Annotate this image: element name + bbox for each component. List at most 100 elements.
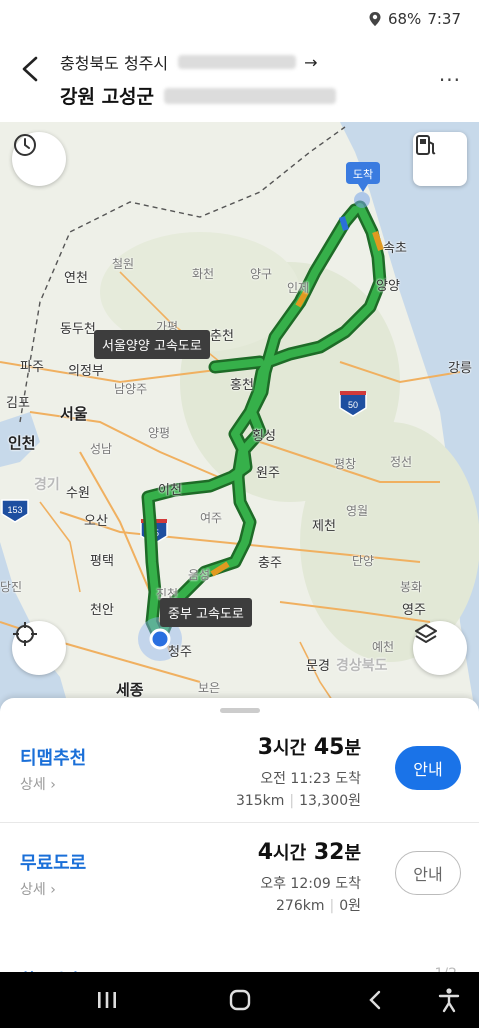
city-eumseong: 음성 (188, 568, 211, 582)
duration-hours: 3 (257, 735, 274, 760)
city-jeongseon: 정선 (390, 455, 413, 469)
recent-apps-button[interactable] (92, 986, 122, 1014)
shield-153-label: 153 (7, 505, 22, 515)
city-chuncheon: 춘천 (210, 329, 234, 344)
route-duration: 3시간 45분 (258, 734, 361, 760)
battery-level: 68% (387, 10, 422, 28)
route-option-free-road[interactable]: 무료도로 상세 › 4시간 32분 오후 12:09 도착 276km | 0원 안… (0, 822, 479, 926)
route-toll: 13,300원 (299, 793, 361, 809)
city-bonghwa: 봉화 (400, 580, 423, 594)
clock: 7:37 (427, 10, 461, 28)
city-seongnam: 성남 (90, 442, 113, 456)
chevron-left-icon (22, 56, 38, 82)
highway-shield-153: 153 (1, 499, 29, 523)
city-yanggu: 양구 (250, 267, 273, 281)
route-toll: 0원 (339, 898, 361, 914)
city-gangneung: 강릉 (448, 361, 472, 376)
status-right: 68% 7:37 (368, 10, 461, 28)
city-pyeongchang: 평창 (334, 457, 357, 471)
destination-badge-label: 도착 (353, 168, 373, 181)
duration-minutes: 32 (313, 840, 345, 865)
city-yeongwol: 영월 (346, 504, 369, 518)
route-distance: 276km (276, 898, 325, 914)
destination-label: 강원 고성군 (60, 86, 155, 108)
history-button[interactable] (12, 132, 66, 186)
fuel-icon (416, 135, 436, 155)
city-jecheon: 제천 (312, 519, 336, 534)
city-seoul: 서울 (60, 405, 88, 423)
crosshair-icon (13, 622, 37, 646)
region-gyeonggi: 경기 (34, 477, 60, 493)
city-yecheon: 예천 (372, 640, 395, 654)
city-wonju: 원주 (256, 466, 280, 481)
gas-station-button[interactable] (413, 132, 467, 186)
route-name: 티맵추천 (20, 748, 87, 769)
city-gimpo: 김포 (6, 396, 30, 411)
start-guidance-button[interactable]: 안내 (395, 746, 461, 790)
city-yeoncheon: 연천 (64, 271, 88, 286)
duration-minutes-unit: 분 (344, 843, 361, 864)
destination-address[interactable]: 강원 고성군 (60, 82, 337, 109)
more-options-button[interactable]: ··· (439, 68, 461, 92)
route-detail-label: 상세 (20, 777, 46, 793)
city-yangyang: 양양 (376, 279, 400, 294)
location-icon (369, 12, 381, 26)
direction-arrow: → (304, 52, 318, 72)
route-arrival-time: 오후 12:09 도착 (260, 876, 361, 892)
back-arrow-icon (369, 990, 381, 1010)
accessibility-button[interactable] (434, 986, 464, 1014)
city-yangpyeong: 양평 (148, 426, 171, 440)
city-boeun: 보은 (198, 681, 221, 695)
route-duration: 4시간 32분 (258, 839, 361, 865)
recenter-button[interactable] (12, 621, 66, 675)
origin-address[interactable]: 충청북도 청주시 → (60, 50, 318, 74)
route-detail-link[interactable]: 상세 › (20, 879, 56, 899)
city-paju: 파주 (20, 360, 44, 375)
start-guidance-button[interactable]: 안내 (395, 851, 461, 895)
layers-icon (415, 624, 437, 643)
city-namyangju: 남양주 (114, 382, 148, 396)
system-back-button[interactable] (360, 986, 390, 1014)
city-danyang: 단양 (352, 554, 375, 568)
clock-icon (14, 134, 36, 156)
chevron-right-icon: › (45, 882, 56, 898)
city-dongducheon: 동두천 (60, 322, 96, 337)
route-map[interactable]: 153 35 50 도착 연천 철원 화천 양구 인제 속초 양양 동두천 가평… (0, 122, 479, 712)
duration-hours-unit: 시간 (273, 843, 307, 864)
city-hongcheon: 홍천 (230, 378, 254, 393)
city-yeoju: 여주 (200, 511, 223, 525)
region-gyeongbuk: 경상북도 (336, 658, 388, 674)
duration-hours-unit: 시간 (273, 738, 307, 759)
city-mungyeong: 문경 (306, 659, 330, 674)
city-cheorwon: 철원 (112, 257, 135, 271)
system-navigation-bar (0, 972, 479, 1028)
duration-minutes-unit: 분 (344, 738, 361, 759)
road-label-jungbu: 중부 고속도로 (160, 598, 252, 627)
sheet-drag-handle[interactable] (220, 708, 260, 713)
city-pyeongtaek: 평택 (90, 554, 114, 569)
city-suwon: 수원 (66, 486, 90, 501)
duration-minutes: 45 (313, 735, 345, 760)
route-meta: 315km | 13,300원 (236, 790, 361, 810)
chevron-right-icon: › (45, 777, 56, 793)
route-distance: 315km (235, 793, 285, 809)
city-cheonan: 천안 (90, 603, 114, 618)
destination-address-redacted (164, 87, 337, 104)
route-options-sheet: 티맵추천 상세 › 3시간 45분 오전 11:23 도착 315km | 13,3… (0, 698, 479, 989)
route-name: 무료도로 (20, 853, 87, 874)
meta-separator: | (289, 793, 295, 809)
city-hoengseong: 횡성 (252, 429, 276, 444)
origin-label: 충청북도 청주시 (60, 54, 169, 73)
route-header: 충청북도 청주시 → 강원 고성군 ··· (0, 40, 479, 122)
shield-50-label: 50 (348, 400, 358, 410)
back-button[interactable] (14, 52, 48, 86)
road-label-seoul-yangyang: 서울양양 고속도로 (94, 330, 210, 359)
city-incheon: 인천 (8, 434, 36, 452)
home-button[interactable] (225, 986, 255, 1014)
city-chungju: 충주 (258, 556, 282, 571)
route-detail-link[interactable]: 상세 › (20, 774, 56, 794)
origin-address-redacted (178, 55, 297, 69)
meta-separator: | (329, 898, 335, 914)
map-layers-button[interactable] (413, 621, 467, 675)
route-option-recommended[interactable]: 티맵추천 상세 › 3시간 45분 오전 11:23 도착 315km | 13,3… (0, 718, 479, 822)
